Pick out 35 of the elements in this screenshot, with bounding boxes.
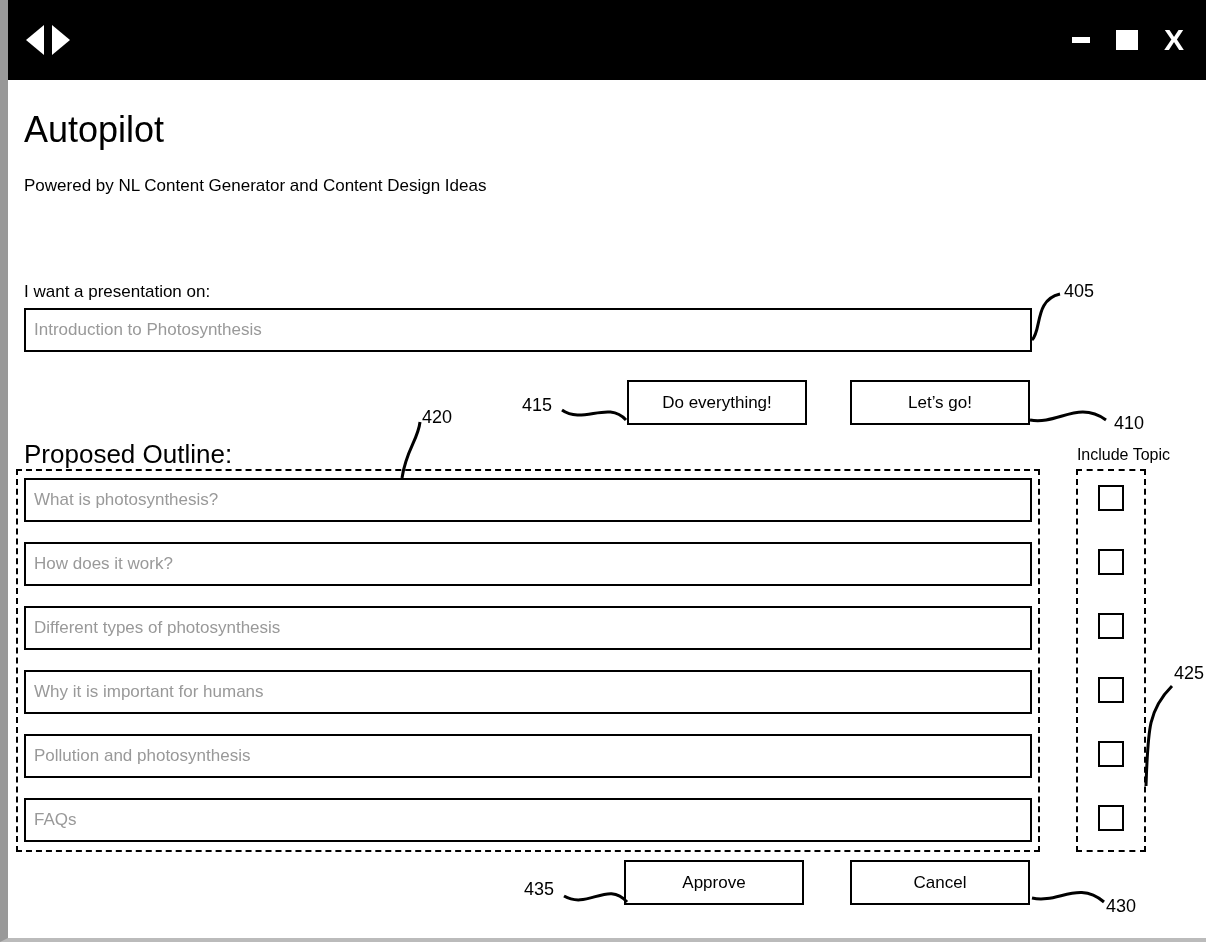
- outline-heading: Proposed Outline:: [24, 441, 233, 468]
- include-checkbox[interactable]: [1098, 485, 1124, 512]
- prompt-label: I want a presentation on:: [24, 280, 211, 303]
- outline-topic-field[interactable]: Pollution and photosynthesis: [24, 734, 1032, 779]
- outline-topic-field[interactable]: FAQs: [24, 798, 1032, 843]
- include-topic-heading: Include Topic: [1076, 445, 1170, 466]
- footer-button[interactable]: Cancel: [850, 860, 1030, 906]
- include-checkbox[interactable]: [1098, 677, 1124, 704]
- outline-topic-field[interactable]: What is photosynthesis?: [24, 478, 1032, 523]
- footer-button[interactable]: Approve: [624, 860, 804, 906]
- reference-numeral: 420: [422, 408, 453, 426]
- action-button[interactable]: Let’s go!: [850, 380, 1030, 426]
- include-checkbox[interactable]: [1098, 549, 1124, 576]
- action-button[interactable]: Do everything!: [627, 380, 807, 426]
- leader-line: [1030, 292, 1061, 341]
- close-button[interactable]: X: [1164, 25, 1184, 55]
- leader-line: [563, 892, 629, 904]
- reference-numeral: 415: [522, 396, 553, 414]
- reference-numeral: 410: [1114, 414, 1145, 432]
- leader-line: [561, 408, 627, 422]
- back-arrow-icon[interactable]: [26, 25, 44, 55]
- reference-numeral: 430: [1106, 897, 1137, 915]
- topic-input-field[interactable]: Introduction to Photosynthesis: [24, 308, 1032, 353]
- outline-topic-field[interactable]: How does it work?: [24, 542, 1032, 587]
- outline-topic-field[interactable]: Why it is important for humans: [24, 670, 1032, 715]
- reference-numeral: 425: [1174, 664, 1205, 682]
- reference-numeral: 405: [1064, 282, 1095, 300]
- reference-numeral: 435: [524, 880, 555, 898]
- include-checkbox[interactable]: [1098, 805, 1124, 832]
- outline-topic-field[interactable]: Different types of photosynthesis: [24, 606, 1032, 651]
- app-title: Autopilot: [24, 108, 165, 152]
- subtitle: Powered by NL Content Generator and Content Design Ideas: [24, 175, 487, 198]
- include-checkbox[interactable]: [1098, 741, 1124, 768]
- include-checkbox[interactable]: [1098, 613, 1124, 640]
- forward-arrow-icon[interactable]: [52, 25, 70, 55]
